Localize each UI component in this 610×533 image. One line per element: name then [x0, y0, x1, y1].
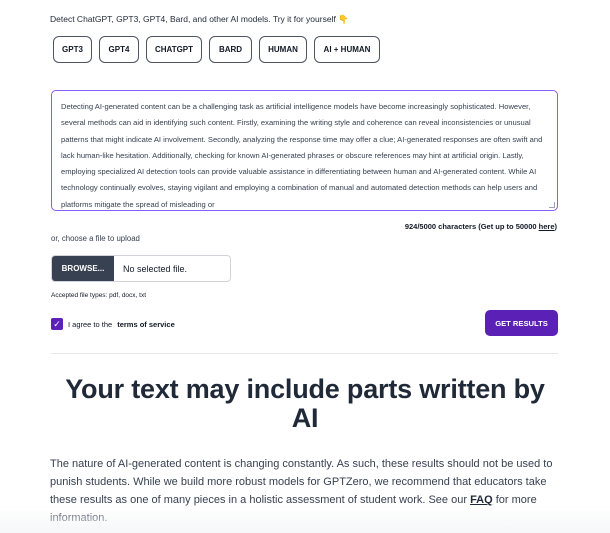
sample-chatgpt-button[interactable]: CHATGPT: [146, 36, 202, 63]
sample-human-button[interactable]: HUMAN: [259, 36, 307, 63]
character-count-close: ): [554, 222, 558, 231]
section-divider: [51, 353, 558, 354]
sample-gpt3-button[interactable]: GPT3: [53, 36, 92, 63]
terms-prefix: I agree to the: [68, 319, 113, 329]
upload-label: or, choose a file to upload: [51, 234, 140, 243]
text-input-value: Detecting AI-generated content can be a …: [61, 102, 543, 209]
accepted-file-types: Accepted file types: pdf, docx, txt: [51, 292, 147, 299]
upgrade-link[interactable]: here: [539, 222, 555, 231]
browse-button[interactable]: BROWSE...: [52, 256, 114, 281]
checkmark-icon: ✓: [53, 318, 61, 329]
text-input-area[interactable]: Detecting AI-generated content can be a …: [51, 90, 558, 211]
sample-gpt4-button[interactable]: GPT4: [99, 36, 139, 63]
resize-handle-icon[interactable]: [549, 202, 555, 208]
sample-ai-human-button[interactable]: AI + HUMAN: [314, 36, 380, 63]
character-counter: 924/5000 characters (Get up to 50000 her…: [405, 222, 557, 231]
pointing-down-icon: 👇: [338, 14, 349, 24]
get-results-button[interactable]: GET RESULTS: [485, 310, 558, 336]
character-count-text: 924/5000 characters (Get up to 50000: [404, 222, 537, 231]
file-upload[interactable]: BROWSE... No selected file.: [51, 255, 231, 282]
intro-text: Detect ChatGPT, GPT3, GPT4, Bard, and ot…: [50, 14, 349, 25]
sample-bard-button[interactable]: BARD: [209, 36, 252, 63]
intro-label: Detect ChatGPT, GPT3, GPT4, Bard, and ot…: [50, 14, 336, 24]
terms-agreement: ✓ I agree to the terms of service: [51, 318, 175, 330]
result-headline: Your text may include parts written by A…: [65, 374, 545, 433]
bottom-fade: [0, 505, 610, 533]
sample-buttons: GPT3 GPT4 CHATGPT BARD HUMAN AI + HUMAN: [53, 36, 380, 63]
terms-link[interactable]: terms of service: [117, 320, 175, 329]
file-status: No selected file.: [123, 263, 188, 274]
terms-checkbox[interactable]: ✓: [51, 318, 63, 330]
